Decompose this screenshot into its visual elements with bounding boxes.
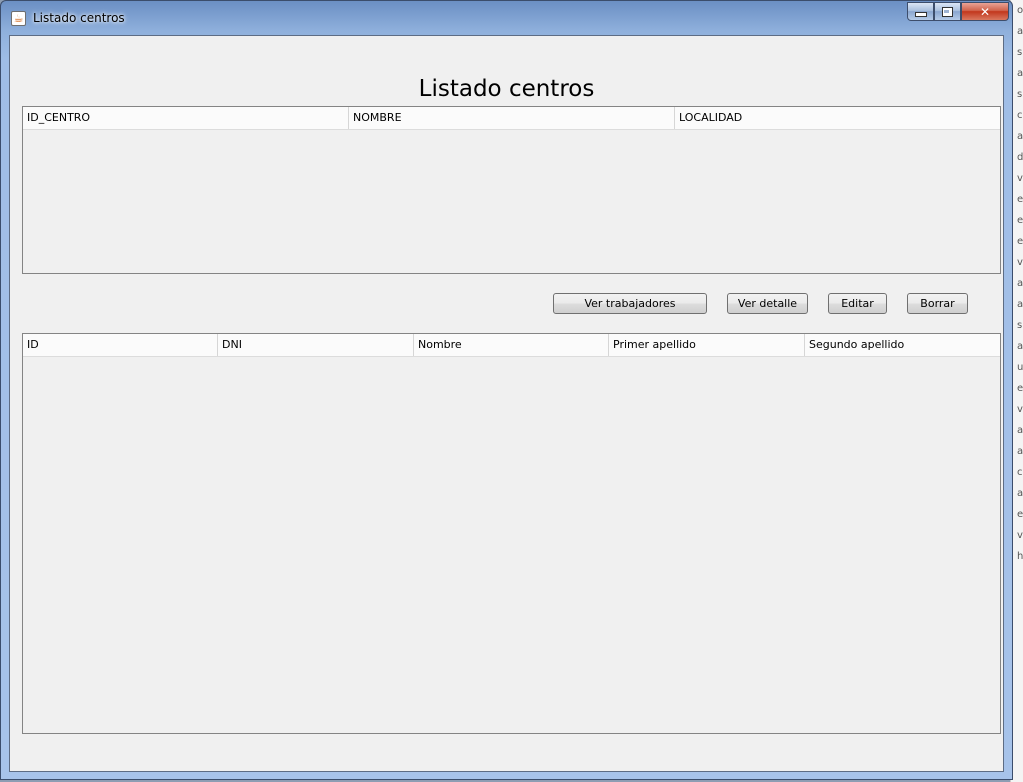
maximize-button[interactable]	[934, 2, 961, 21]
maximize-icon	[942, 6, 953, 17]
java-app-icon[interactable]: ☕	[11, 11, 26, 26]
app-window: ☕ Listado centros ✕ Listado centros ID_C…	[0, 0, 1013, 780]
column-header-dni[interactable]: DNI	[218, 334, 414, 356]
window-controls: ✕	[907, 2, 1009, 22]
ver-trabajadores-button[interactable]: Ver trabajadores	[553, 293, 707, 314]
centros-table[interactable]: ID_CENTRO NOMBRE LOCALIDAD	[22, 106, 1001, 274]
trabajadores-table-body[interactable]	[23, 357, 1000, 734]
trabajadores-table-header: ID DNI Nombre Primer apellido Segundo ap…	[23, 334, 1000, 357]
window-content: Listado centros ID_CENTRO NOMBRE LOCALID…	[9, 35, 1004, 772]
title-bar[interactable]: ☕ Listado centros ✕	[1, 1, 1012, 35]
window-title: Listado centros	[33, 11, 125, 25]
column-header-id[interactable]: ID	[23, 334, 218, 356]
close-button[interactable]: ✕	[961, 2, 1009, 21]
page-title: Listado centros	[418, 76, 595, 102]
trabajadores-table[interactable]: ID DNI Nombre Primer apellido Segundo ap…	[22, 333, 1001, 734]
column-header-localidad[interactable]: LOCALIDAD	[675, 107, 1000, 129]
editar-button[interactable]: Editar	[828, 293, 887, 314]
column-header-primer-apellido[interactable]: Primer apellido	[609, 334, 805, 356]
ver-detalle-button[interactable]: Ver detalle	[727, 293, 808, 314]
centros-table-body[interactable]	[23, 130, 1000, 274]
column-header-nombre[interactable]: Nombre	[414, 334, 609, 356]
minimize-icon	[914, 12, 927, 17]
column-header-id-centro[interactable]: ID_CENTRO	[23, 107, 349, 129]
centros-table-header: ID_CENTRO NOMBRE LOCALIDAD	[23, 107, 1000, 130]
close-icon: ✕	[979, 4, 991, 19]
borrar-button[interactable]: Borrar	[907, 293, 968, 314]
column-header-nombre[interactable]: NOMBRE	[349, 107, 675, 129]
minimize-button[interactable]	[907, 2, 934, 21]
column-header-segundo-apellido[interactable]: Segundo apellido	[805, 334, 1000, 356]
